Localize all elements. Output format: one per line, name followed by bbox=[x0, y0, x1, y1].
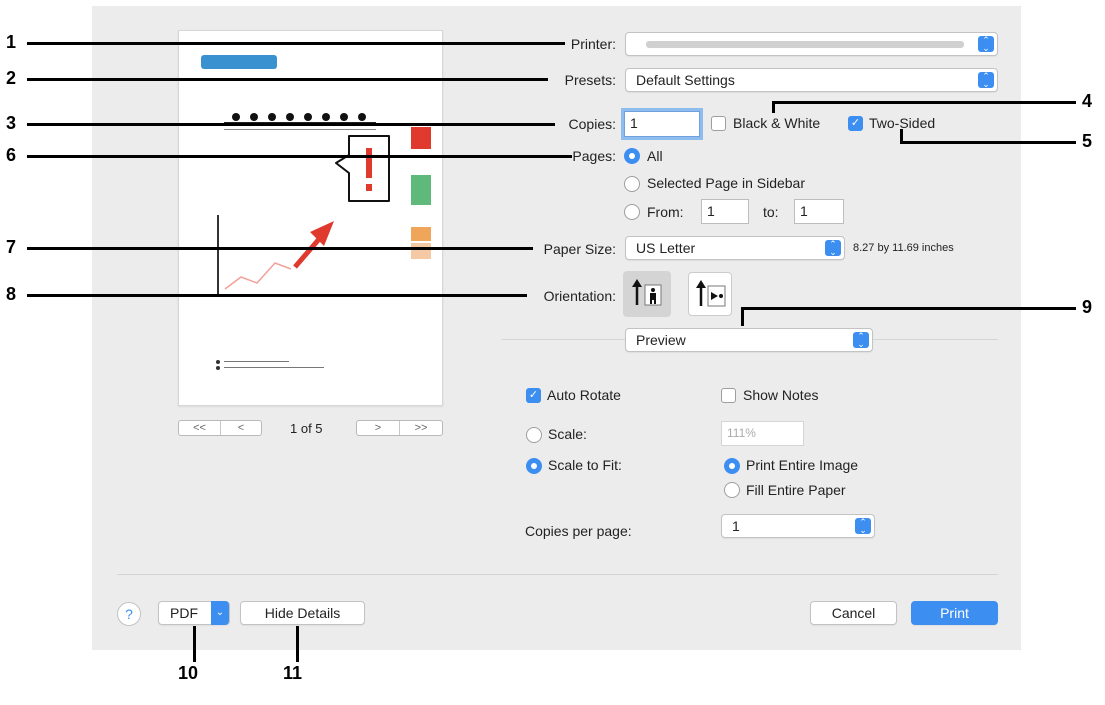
chevron-updown-icon: ⌃ ⌄ bbox=[855, 518, 871, 535]
callout-number-2: 2 bbox=[6, 68, 17, 88]
callout-line-1 bbox=[27, 42, 565, 45]
pages-from-value: 1 bbox=[707, 203, 715, 219]
presets-popup[interactable]: Default Settings ⌃ ⌄ bbox=[625, 68, 998, 92]
chevron-updown-icon: ⌃ ⌄ bbox=[853, 332, 869, 349]
callout-number-6: 6 bbox=[6, 145, 17, 165]
callout-number-11: 11 bbox=[283, 663, 303, 683]
chevron-updown-icon: ⌃ ⌄ bbox=[978, 72, 994, 89]
orientation-portrait-button[interactable] bbox=[623, 271, 671, 317]
callout-line-8 bbox=[27, 294, 527, 297]
callout-line-2 bbox=[27, 78, 548, 81]
next-page-button[interactable]: > bbox=[357, 421, 400, 435]
callout-line-3 bbox=[27, 123, 555, 126]
callout-number-9: 9 bbox=[1082, 297, 1093, 317]
callout-vline-10 bbox=[193, 626, 196, 662]
print-entire-image-label: Print Entire Image bbox=[746, 457, 859, 473]
hide-details-button[interactable]: Hide Details bbox=[240, 601, 365, 625]
pages-all-radio[interactable] bbox=[624, 148, 640, 164]
black-white-checkbox[interactable] bbox=[711, 116, 726, 131]
show-notes-checkbox[interactable] bbox=[721, 388, 736, 403]
callout-number-3: 3 bbox=[6, 113, 17, 133]
app-options-popup[interactable]: Preview ⌃ ⌄ bbox=[625, 328, 873, 352]
preview-nav-forward: > >> bbox=[356, 420, 443, 436]
callout-number-10: 10 bbox=[178, 663, 199, 683]
print-entire-image-radio[interactable] bbox=[724, 458, 740, 474]
paper-size-value: US Letter bbox=[636, 240, 696, 256]
callout-number-4: 4 bbox=[1082, 91, 1093, 111]
auto-rotate-label: Auto Rotate bbox=[547, 387, 621, 403]
chevron-down-icon: ⌄ bbox=[211, 601, 229, 625]
callout-number-7: 7 bbox=[6, 237, 17, 257]
callout-vline-11 bbox=[296, 626, 299, 662]
portrait-orientation-icon bbox=[632, 279, 662, 306]
first-page-button[interactable]: << bbox=[179, 421, 221, 435]
scale-value: 111% bbox=[727, 426, 756, 440]
pages-all-label: All bbox=[647, 148, 663, 164]
printer-popup[interactable]: ⌃ ⌄ bbox=[625, 32, 998, 56]
help-button[interactable]: ? bbox=[117, 602, 141, 626]
callout-hline-5 bbox=[900, 141, 1076, 144]
copies-value: 1 bbox=[630, 115, 638, 131]
callout-line-6 bbox=[27, 155, 572, 158]
print-button[interactable]: Print bbox=[911, 601, 998, 625]
last-page-button[interactable]: >> bbox=[400, 421, 442, 435]
cancel-button[interactable]: Cancel bbox=[810, 601, 897, 625]
chevron-updown-icon: ⌃ ⌄ bbox=[978, 36, 994, 53]
pages-from-radio[interactable] bbox=[624, 204, 640, 220]
landscape-orientation-icon bbox=[696, 280, 726, 307]
callout-number-1: 1 bbox=[6, 32, 17, 52]
paper-size-popup[interactable]: US Letter ⌃ ⌄ bbox=[625, 236, 845, 260]
preview-page: ! bbox=[178, 30, 443, 406]
scale-field[interactable]: 111% bbox=[721, 421, 804, 446]
page-content-illustration bbox=[216, 113, 431, 370]
pages-to-value: 1 bbox=[800, 203, 808, 219]
pages-from-label: From: bbox=[647, 204, 684, 220]
copies-field[interactable]: 1 bbox=[624, 111, 700, 137]
previous-page-button[interactable]: < bbox=[221, 421, 261, 435]
footer-separator bbox=[117, 574, 998, 575]
pdf-button[interactable]: PDF ⌄ bbox=[158, 601, 230, 625]
pages-selected-label: Selected Page in Sidebar bbox=[647, 175, 805, 191]
chevron-updown-icon: ⌃ ⌄ bbox=[825, 240, 841, 257]
preview-nav-back: << < bbox=[178, 420, 262, 436]
page-indicator: 1 of 5 bbox=[290, 421, 323, 436]
scale-to-fit-label: Scale to Fit: bbox=[548, 457, 622, 473]
orientation-landscape-button[interactable] bbox=[688, 272, 732, 316]
pages-selected-radio[interactable] bbox=[624, 176, 640, 192]
callout-hline-4 bbox=[772, 101, 1076, 104]
callout-hline-9 bbox=[741, 307, 1076, 310]
two-sided-checkbox[interactable]: ✓ bbox=[848, 116, 863, 131]
presets-value: Default Settings bbox=[636, 72, 735, 88]
fill-entire-paper-label: Fill Entire Paper bbox=[746, 482, 846, 498]
copies-per-page-popup[interactable]: 1 ⌃ ⌄ bbox=[721, 514, 875, 538]
fill-entire-paper-radio[interactable] bbox=[724, 482, 740, 498]
scale-to-fit-radio[interactable] bbox=[526, 458, 542, 474]
pages-to-label: to: bbox=[763, 204, 779, 220]
pdf-label: PDF bbox=[170, 605, 198, 621]
paper-dimensions: 8.27 by 11.69 inches bbox=[853, 242, 954, 254]
app-options-value: Preview bbox=[636, 332, 686, 348]
copies-per-page-value: 1 bbox=[732, 518, 740, 534]
show-notes-label: Show Notes bbox=[743, 387, 819, 403]
paper-size-label: Paper Size: bbox=[543, 241, 616, 257]
callout-number-8: 8 bbox=[6, 284, 17, 304]
help-icon: ? bbox=[125, 606, 133, 622]
copies-per-page-label: Copies per page: bbox=[525, 523, 632, 539]
pages-from-field[interactable]: 1 bbox=[701, 199, 749, 224]
scale-radio[interactable] bbox=[526, 427, 542, 443]
scale-label: Scale: bbox=[548, 426, 587, 442]
printer-name-blurred bbox=[646, 41, 964, 48]
auto-rotate-checkbox[interactable]: ✓ bbox=[526, 388, 541, 403]
callout-line-7 bbox=[27, 247, 533, 250]
pages-to-field[interactable]: 1 bbox=[794, 199, 844, 224]
callout-number-5: 5 bbox=[1082, 131, 1093, 151]
black-white-label: Black & White bbox=[733, 115, 821, 131]
